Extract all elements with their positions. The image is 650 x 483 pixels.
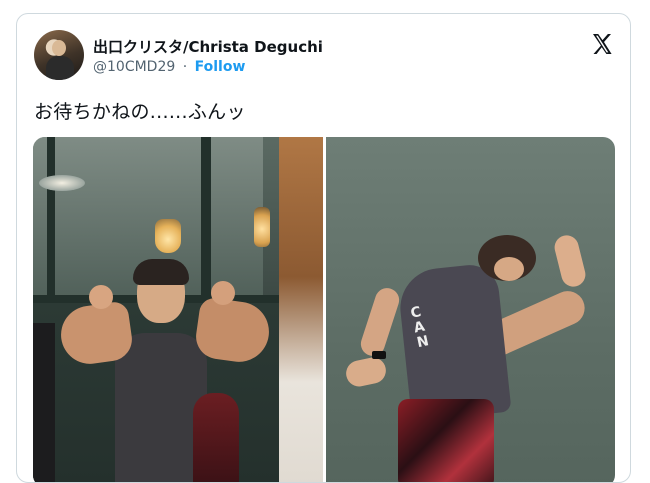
wall-lamp xyxy=(254,207,270,247)
photo-left[interactable] xyxy=(33,137,323,482)
person-right-shorts xyxy=(397,399,494,482)
tweet-card[interactable]: 出口クリスタ/Christa Deguchi @10CMD29 · Follow… xyxy=(16,13,631,483)
x-logo-icon[interactable] xyxy=(590,32,614,56)
left-edge-person xyxy=(33,323,55,482)
wall-lamp xyxy=(155,219,181,253)
person-right-tanktop xyxy=(395,262,512,422)
tweet-text: お待ちかねの......ふんッ xyxy=(34,101,246,123)
red-garment xyxy=(193,393,239,482)
ceiling-lamp xyxy=(39,175,85,191)
avatar-body xyxy=(46,56,74,80)
wall-panel xyxy=(279,137,323,482)
separator-dot: · xyxy=(182,59,188,75)
person-left-fist xyxy=(89,285,113,309)
person-right-arm xyxy=(343,355,388,389)
author-handle[interactable]: @10CMD29 xyxy=(93,59,175,75)
person-left-fist xyxy=(211,281,235,305)
person-right-hand xyxy=(551,232,588,290)
author-display-name[interactable]: 出口クリスタ/Christa Deguchi xyxy=(93,36,323,57)
tweet-media[interactable]: CAN xyxy=(33,137,615,482)
author-handle-row: @10CMD29 · Follow xyxy=(93,59,245,75)
author-avatar[interactable] xyxy=(34,30,84,80)
follow-button[interactable]: Follow xyxy=(195,59,246,75)
avatar-head xyxy=(52,40,66,56)
watch xyxy=(371,351,386,359)
person-right-arm xyxy=(357,285,402,359)
person-right-face xyxy=(493,257,524,281)
photo-right[interactable]: CAN xyxy=(325,137,615,482)
person-left-hair xyxy=(133,259,189,285)
